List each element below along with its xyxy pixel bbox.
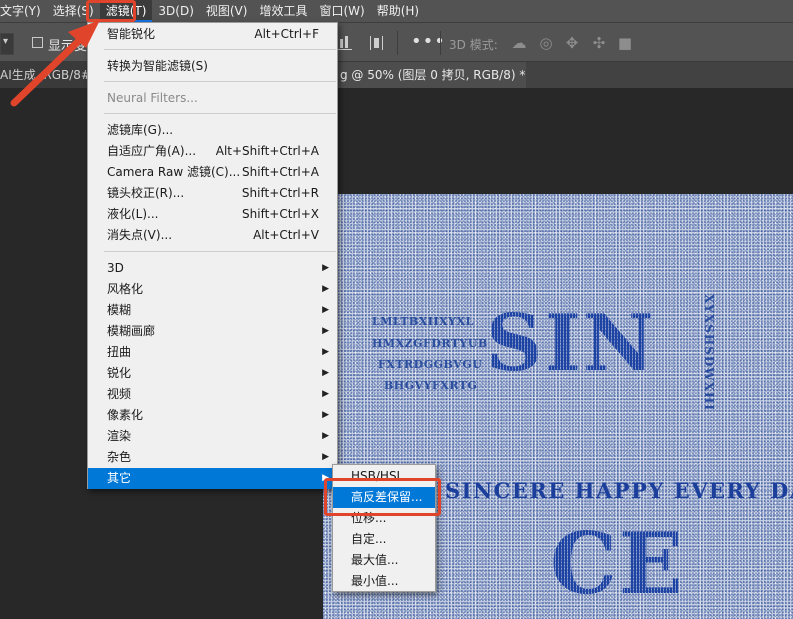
- menu-item-stylize[interactable]: 风格化 ▶: [88, 279, 337, 300]
- menu-item-label: 3D: [107, 261, 124, 275]
- menu-item-blur-gallery[interactable]: 模糊画廊 ▶: [88, 321, 337, 342]
- roll-3d-icon[interactable]: ◎: [537, 34, 555, 52]
- menu-item-convert-smart-filter[interactable]: 转换为智能滤镜(S): [88, 56, 337, 77]
- menu-item-filter-gallery[interactable]: 滤镜库(G)...: [88, 120, 337, 141]
- menu-item-adaptive-wide-angle[interactable]: 自适应广角(A)... Alt+Shift+Ctrl+A: [88, 141, 337, 162]
- menu-item-render[interactable]: 渲染 ▶: [88, 426, 337, 447]
- menu-item-label: 滤镜库(G)...: [107, 123, 174, 137]
- menu-help[interactable]: 帮助(H): [371, 0, 425, 22]
- menu-item-liquify[interactable]: 液化(L)... Shift+Ctrl+X: [88, 204, 337, 225]
- submenu-arrow-icon: ▶: [322, 284, 329, 294]
- show-transform-label: 显示变: [48, 39, 88, 54]
- artwork-text-line: LMLTBXIIXYXL: [372, 315, 474, 328]
- artwork-big-text-bottom: CE: [550, 514, 685, 613]
- menu-item-shortcut: Shift+Ctrl+A: [242, 165, 319, 179]
- menu-item-label: 模糊画廊: [107, 324, 156, 338]
- artwork-slogan: SINCERE HAPPY EVERY DAY: [445, 478, 793, 503]
- tool-preset-dropdown[interactable]: ▾: [0, 33, 14, 55]
- submenu-arrow-icon: ▶: [322, 410, 329, 420]
- menu-item-label: 扭曲: [107, 345, 132, 359]
- menu-item-label: Neural Filters...: [107, 91, 198, 105]
- 3d-mode-label: 3D 模式:: [449, 38, 498, 52]
- menu-item-noise[interactable]: 杂色 ▶: [88, 447, 337, 468]
- menu-item-distort[interactable]: 扭曲 ▶: [88, 342, 337, 363]
- artwork-big-text-top: SIN: [486, 298, 657, 389]
- menu-item-shortcut: Shift+Ctrl+X: [242, 207, 319, 221]
- menu-item-lens-correction[interactable]: 镜头校正(R)... Shift+Ctrl+R: [88, 183, 337, 204]
- menu-item-label: 像素化: [107, 408, 144, 422]
- menu-item-vanishing-point[interactable]: 消失点(V)... Alt+Ctrl+V: [88, 225, 337, 246]
- menu-item-3d[interactable]: 3D ▶: [88, 258, 337, 279]
- submenu-arrow-icon: ▶: [322, 431, 329, 441]
- artwork-vertical-text: XYXSHSDWXHI: [702, 294, 716, 412]
- filter-dropdown-menu: 智能锐化 Alt+Ctrl+F 转换为智能滤镜(S) Neural Filter…: [87, 22, 338, 489]
- menu-item-label: 转换为智能滤镜(S): [107, 59, 208, 73]
- menu-3d[interactable]: 3D(D): [152, 0, 199, 22]
- orbit-3d-icon[interactable]: ☁: [510, 34, 528, 52]
- menu-separator: [104, 251, 336, 252]
- submenu-arrow-icon: ▶: [322, 305, 329, 315]
- pan-3d-icon[interactable]: ✥: [563, 34, 581, 52]
- show-transform-checkbox[interactable]: [32, 37, 43, 48]
- chevron-down-icon: ▾: [3, 36, 9, 47]
- menu-item-label: 渲染: [107, 429, 132, 443]
- menu-item-camera-raw[interactable]: Camera Raw 滤镜(C)... Shift+Ctrl+A: [88, 162, 337, 183]
- menu-item-label: 液化(L)...: [107, 207, 159, 221]
- distribute-horizontal-icon[interactable]: [370, 35, 384, 51]
- submenu-arrow-icon: ▶: [322, 368, 329, 378]
- submenu-arrow-icon: ▶: [322, 389, 329, 399]
- menu-item-label: 模糊: [107, 303, 132, 317]
- menu-item-other[interactable]: 其它 ▶: [88, 468, 337, 489]
- menu-item-shortcut: Shift+Ctrl+R: [241, 186, 319, 200]
- divider: [440, 31, 441, 55]
- menu-item-label: 视频: [107, 387, 132, 401]
- submenu-arrow-icon: ▶: [322, 263, 329, 273]
- annotation-highlight-filter-menu: [86, 0, 136, 22]
- menu-view[interactable]: 视图(V): [200, 0, 254, 22]
- scale-3d-icon[interactable]: ■: [616, 34, 634, 52]
- submenu-item-custom[interactable]: 自定...: [333, 529, 435, 550]
- artwork-text-line: BHGVYFXRTG: [384, 379, 478, 392]
- submenu-item-minimum[interactable]: 最小值...: [333, 571, 435, 592]
- menu-item-label: 锐化: [107, 366, 132, 380]
- submenu-arrow-icon: ▶: [322, 347, 329, 357]
- menu-item-shortcut: Alt+Ctrl+V: [253, 228, 319, 242]
- artwork-text-line: FXTRDGGBVGU: [378, 358, 483, 371]
- menu-item-label: 自适应广角(A)...: [107, 144, 197, 158]
- align-bottom-icon[interactable]: [338, 35, 352, 51]
- menu-plugins[interactable]: 增效工具: [253, 0, 313, 22]
- menu-item-label: 风格化: [107, 282, 144, 296]
- menu-item-label: 其它: [107, 471, 132, 485]
- menu-item-label: 镜头校正(R)...: [107, 186, 185, 200]
- menu-item-label: Camera Raw 滤镜(C)...: [107, 165, 241, 179]
- menu-separator: [104, 49, 336, 50]
- annotation-highlight-high-pass: [324, 478, 441, 516]
- slide-3d-icon[interactable]: ✣: [590, 34, 608, 52]
- menu-item-shortcut: Alt+Shift+Ctrl+A: [215, 144, 319, 158]
- submenu-arrow-icon: ▶: [322, 326, 329, 336]
- menu-item-video[interactable]: 视频 ▶: [88, 384, 337, 405]
- menu-item-label: 智能锐化: [107, 27, 156, 41]
- menu-item-label: 杂色: [107, 450, 132, 464]
- menu-item-sharpen[interactable]: 锐化 ▶: [88, 363, 337, 384]
- artwork-text-line: HMXZGFDRTYUB: [372, 337, 488, 350]
- submenu-item-maximum[interactable]: 最大值...: [333, 550, 435, 571]
- submenu-arrow-icon: ▶: [322, 452, 329, 462]
- divider: [397, 31, 398, 55]
- menu-item-smart-sharpen[interactable]: 智能锐化 Alt+Ctrl+F: [88, 24, 337, 45]
- menu-item-blur[interactable]: 模糊 ▶: [88, 300, 337, 321]
- menu-window[interactable]: 窗口(W): [313, 0, 370, 22]
- menu-item-neural-filters: Neural Filters...: [88, 88, 337, 109]
- menu-item-shortcut: Alt+Ctrl+F: [254, 27, 319, 41]
- menu-item-label: 消失点(V)...: [107, 228, 173, 242]
- menu-text[interactable]: 文字(Y): [0, 0, 47, 22]
- menu-separator: [104, 113, 336, 114]
- menu-separator: [104, 81, 336, 82]
- document-tab-2[interactable]: g @ 50% (图层 0 拷贝, RGB/8) *: [330, 62, 526, 88]
- menu-item-pixelate[interactable]: 像素化 ▶: [88, 405, 337, 426]
